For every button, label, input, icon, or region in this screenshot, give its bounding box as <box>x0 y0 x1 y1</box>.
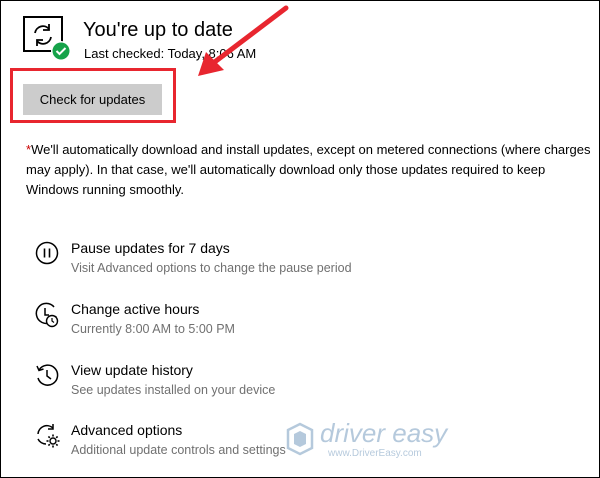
clock-icon <box>35 302 59 328</box>
option-description: Visit Advanced options to change the pau… <box>71 261 352 275</box>
pause-icon <box>35 241 59 265</box>
driver-easy-logo-icon <box>286 422 314 456</box>
option-title: Pause updates for 7 days <box>71 240 230 256</box>
history-icon <box>36 364 59 386</box>
watermark-brand: driver easy <box>320 418 448 448</box>
option-view-update-history[interactable]: View update history See updates installe… <box>34 362 454 406</box>
option-title: View update history <box>71 362 193 378</box>
option-title: Advanced options <box>71 422 183 438</box>
option-change-active-hours[interactable]: Change active hours Currently 8:00 AM to… <box>34 301 454 345</box>
watermark-url: www.DriverEasy.com <box>328 448 422 459</box>
option-description: See updates installed on your device <box>71 383 276 397</box>
driver-easy-watermark: driver easy www.DriverEasy.com <box>284 418 448 464</box>
option-description: Additional update controls and settings <box>71 443 286 457</box>
note-text: We'll automatically download and install… <box>26 142 591 197</box>
check-for-updates-button[interactable]: Check for updates <box>23 84 162 115</box>
metered-note: *We'll automatically download and instal… <box>26 140 591 200</box>
option-title: Change active hours <box>71 301 200 317</box>
annotation-arrow <box>198 5 289 76</box>
sync-check-icon <box>23 16 71 61</box>
option-description: Currently 8:00 AM to 5:00 PM <box>71 322 235 336</box>
option-pause-updates[interactable]: Pause updates for 7 days Visit Advanced … <box>34 240 454 284</box>
settings-sync-icon <box>37 424 60 448</box>
